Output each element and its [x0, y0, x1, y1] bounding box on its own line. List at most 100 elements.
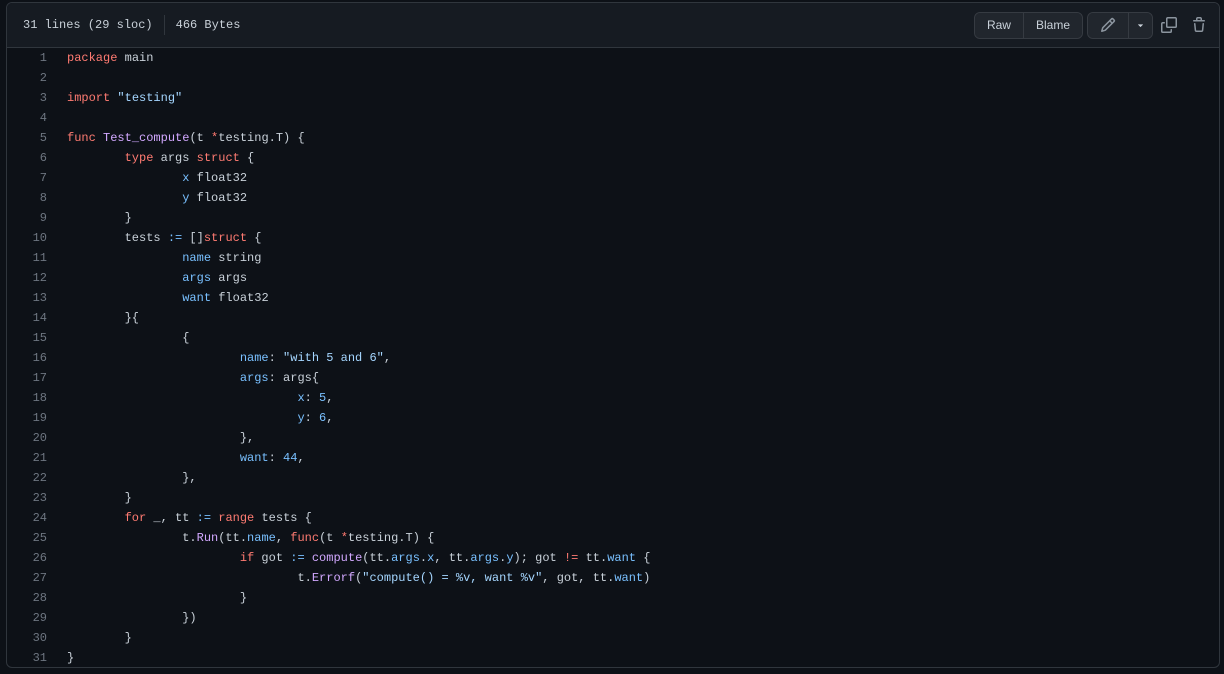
raw-blame-group: Raw Blame	[973, 11, 1083, 39]
line-content: args args	[47, 268, 247, 288]
file-viewer: 31 lines (29 sloc) 466 Bytes Raw Blame 1…	[6, 2, 1220, 668]
code-token: want	[614, 571, 644, 585]
code-line: 29 })	[7, 608, 1219, 628]
code-token: ,	[275, 531, 291, 545]
line-content: }	[47, 208, 132, 228]
code-token: }	[67, 211, 132, 225]
code-token: (t	[189, 131, 212, 145]
code-token: name	[239, 351, 269, 365]
line-number[interactable]: 5	[7, 128, 47, 148]
code-token: ,	[383, 351, 392, 365]
code-line: 18 x: 5,	[7, 388, 1219, 408]
line-number[interactable]: 24	[7, 508, 47, 528]
code-line: 5 func Test_compute(t *testing.T) {	[7, 128, 1219, 148]
line-number[interactable]: 30	[7, 628, 47, 648]
line-content: for _, tt := range tests {	[47, 508, 312, 528]
line-content: tests := []struct {	[47, 228, 262, 248]
line-number[interactable]: 10	[7, 228, 47, 248]
code-line: 12 args args	[7, 268, 1219, 288]
code-token: {	[247, 231, 262, 245]
code-line: 3 import "testing"	[7, 88, 1219, 108]
code-line: 25 t.Run(tt.name, func(t *testing.T) {	[7, 528, 1219, 548]
line-number[interactable]: 6	[7, 148, 47, 168]
line-number[interactable]: 3	[7, 88, 47, 108]
line-number[interactable]: 21	[7, 448, 47, 468]
file-info: 31 lines (29 sloc) 466 Bytes	[7, 15, 240, 35]
code-token: {	[239, 151, 255, 165]
line-content: x: 5,	[47, 388, 333, 408]
code-line: 1 package main	[7, 48, 1219, 68]
line-number[interactable]: 14	[7, 308, 47, 328]
line-number[interactable]: 26	[7, 548, 47, 568]
code-token: :=	[290, 551, 305, 565]
line-number[interactable]: 25	[7, 528, 47, 548]
code-token: args	[211, 271, 248, 285]
code-line: 28 }	[7, 588, 1219, 608]
code-token: }	[67, 631, 132, 645]
code-token: want	[182, 291, 212, 305]
code-token: name	[247, 531, 276, 545]
edit-button[interactable]	[1088, 12, 1128, 38]
code-line: 19 y: 6,	[7, 408, 1219, 428]
code-line: 14 }{	[7, 308, 1219, 328]
line-number[interactable]: 2	[7, 68, 47, 88]
code-line: 9 }	[7, 208, 1219, 228]
file-size: 466 Bytes	[175, 18, 241, 32]
line-number[interactable]: 16	[7, 348, 47, 368]
line-number[interactable]: 1	[7, 48, 47, 68]
code-line: 21 want: 44,	[7, 448, 1219, 468]
code-line: 23 }	[7, 488, 1219, 508]
code-token: {	[636, 551, 651, 565]
line-number[interactable]: 18	[7, 388, 47, 408]
line-number[interactable]: 20	[7, 428, 47, 448]
code-token: []	[182, 231, 204, 245]
code-token: :=	[167, 231, 183, 245]
line-number[interactable]: 11	[7, 248, 47, 268]
code-token: testing.T) {	[218, 131, 305, 145]
code-token: y	[297, 411, 305, 425]
delete-button[interactable]	[1185, 11, 1213, 39]
pencil-icon	[1100, 17, 1116, 33]
line-number[interactable]: 8	[7, 188, 47, 208]
line-number[interactable]: 19	[7, 408, 47, 428]
copy-button[interactable]	[1155, 11, 1183, 39]
code-line: 16 name: "with 5 and 6",	[7, 348, 1219, 368]
line-number[interactable]: 27	[7, 568, 47, 588]
line-number[interactable]: 13	[7, 288, 47, 308]
code-token: :	[268, 451, 284, 465]
code-token: (tt.	[218, 531, 248, 545]
code-token: }	[67, 491, 132, 505]
code-token: }{	[67, 311, 140, 325]
line-number[interactable]: 22	[7, 468, 47, 488]
line-number[interactable]: 31	[7, 648, 47, 667]
line-number[interactable]: 29	[7, 608, 47, 628]
code-token: _, tt	[146, 511, 197, 525]
code-token: import	[67, 91, 111, 105]
line-number[interactable]: 9	[7, 208, 47, 228]
blame-button[interactable]: Blame	[1022, 12, 1082, 38]
code-token: ,	[297, 451, 305, 465]
code-token: (tt.	[362, 551, 392, 565]
file-header: 31 lines (29 sloc) 466 Bytes Raw Blame	[7, 3, 1219, 48]
code-line: 17 args: args{	[7, 368, 1219, 388]
line-number[interactable]: 17	[7, 368, 47, 388]
code-token: float32	[189, 191, 248, 205]
line-content: t.Errorf("compute() = %v, want %v", got,…	[47, 568, 650, 588]
line-number[interactable]: 15	[7, 328, 47, 348]
code-token: main	[117, 51, 154, 65]
line-content: y: 6,	[47, 408, 333, 428]
line-number[interactable]: 23	[7, 488, 47, 508]
line-number[interactable]: 4	[7, 108, 47, 128]
edit-dropdown-button[interactable]	[1128, 12, 1152, 38]
line-number[interactable]: 12	[7, 268, 47, 288]
line-number[interactable]: 7	[7, 168, 47, 188]
raw-button[interactable]: Raw	[974, 12, 1023, 38]
line-content: }	[47, 648, 74, 667]
line-number[interactable]: 28	[7, 588, 47, 608]
code-line: 31}	[7, 648, 1219, 667]
